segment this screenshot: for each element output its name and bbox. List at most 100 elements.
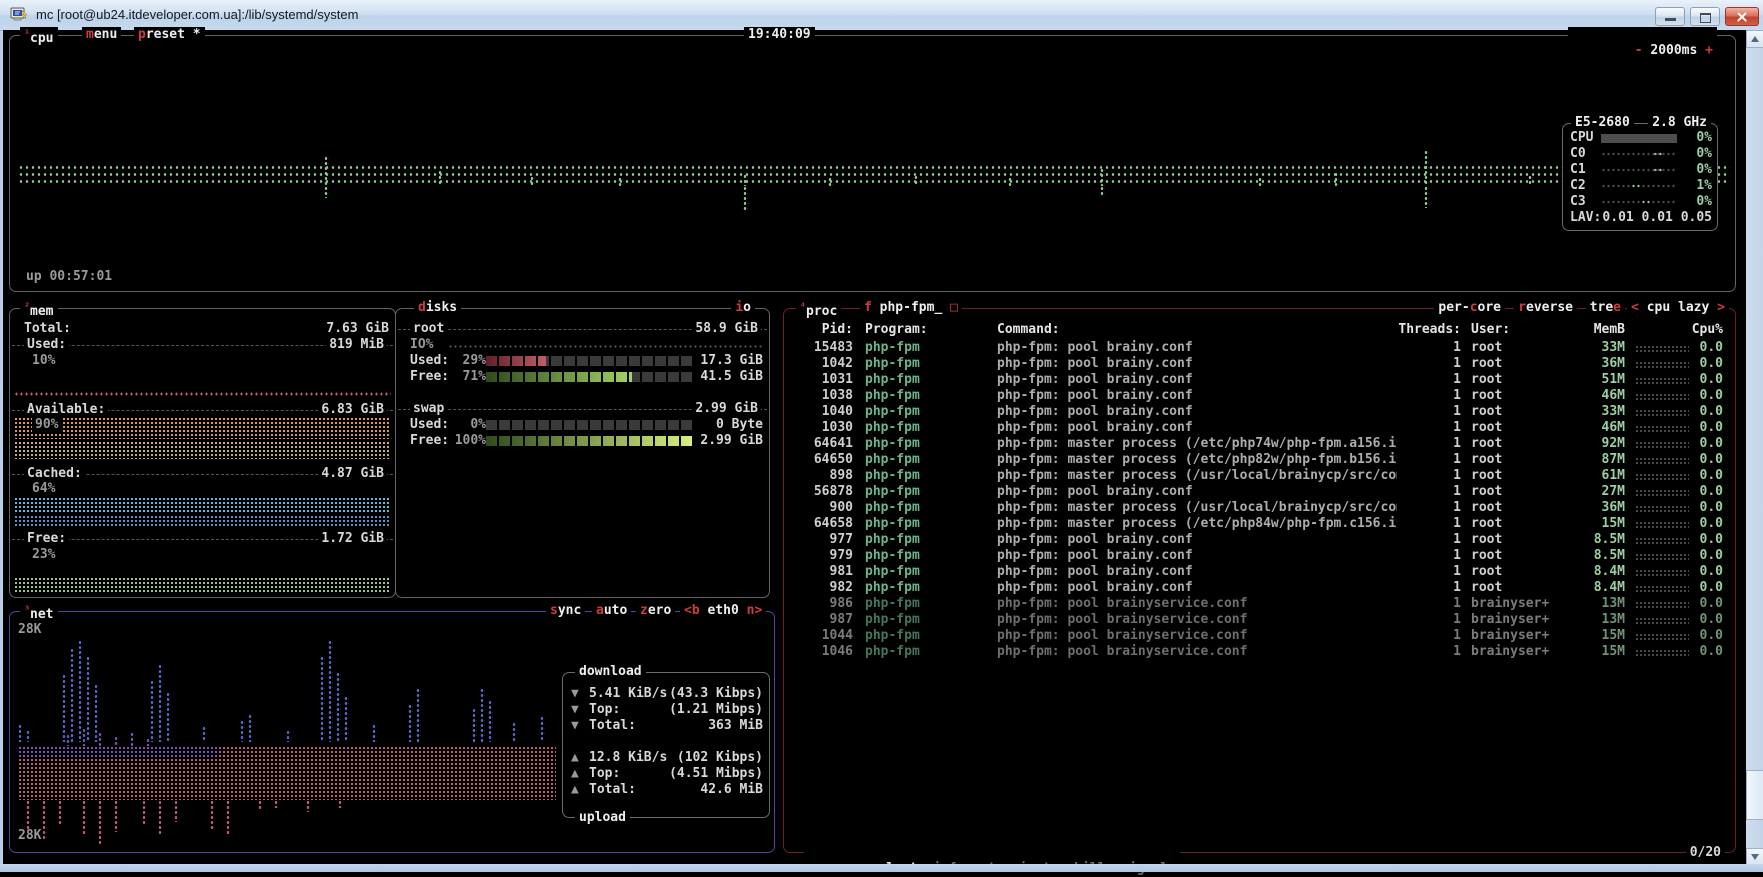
net-auto-button[interactable]: auto bbox=[592, 603, 631, 619]
process-threads: 1 bbox=[1397, 436, 1461, 452]
table-row[interactable]: 986 php-fpm php-fpm: pool brainyservice.… bbox=[787, 596, 1733, 612]
process-pid: 15483 bbox=[787, 340, 853, 356]
upload-label: upload bbox=[575, 810, 630, 826]
disk-used-bar bbox=[486, 356, 692, 366]
table-row[interactable]: 981 php-fpm php-fpm: pool brainy.conf 1 … bbox=[787, 564, 1733, 580]
preset-button[interactable]: preset * bbox=[134, 27, 205, 43]
up-arrow-icon: ▲ bbox=[571, 750, 579, 766]
cpu-mini-graph bbox=[1635, 361, 1689, 368]
table-row[interactable]: 979 php-fpm php-fpm: pool brainy.conf 1 … bbox=[787, 548, 1733, 564]
scroll-up-button[interactable] bbox=[1746, 30, 1763, 48]
scrollbar-thumb[interactable] bbox=[1746, 770, 1763, 820]
cpu-info-box: E5-2680 2.8 GHz CPU0% C00% C10% C21% C30… bbox=[1562, 123, 1718, 231]
scrollbar[interactable] bbox=[1746, 30, 1763, 864]
up-arrow-icon: ▲ bbox=[571, 782, 579, 798]
cpu-mini-graph bbox=[1635, 345, 1689, 352]
disk-root-io-row: IO% bbox=[396, 337, 769, 353]
process-mem: 92M bbox=[1575, 436, 1625, 452]
process-pid: 56878 bbox=[787, 484, 853, 500]
table-row[interactable]: 1042 php-fpm php-fpm: pool brainy.conf 1… bbox=[787, 356, 1733, 372]
process-cpu: 0.0 bbox=[1691, 564, 1731, 580]
title-bar[interactable]: mc [root@ub24.itdeveloper.com.ua]:/lib/s… bbox=[0, 0, 1763, 31]
sort-selector[interactable]: < cpu lazy > bbox=[1627, 300, 1729, 316]
table-row[interactable]: 1038 php-fpm php-fpm: pool brainy.conf 1… bbox=[787, 388, 1733, 404]
close-button[interactable] bbox=[1725, 7, 1759, 26]
core-row: C30% bbox=[1563, 194, 1717, 210]
table-row[interactable]: 15483 php-fpm php-fpm: pool brainy.conf … bbox=[787, 340, 1733, 356]
process-threads: 1 bbox=[1397, 340, 1461, 356]
table-row[interactable]: 1040 php-fpm php-fpm: pool brainy.conf 1… bbox=[787, 404, 1733, 420]
process-threads: 1 bbox=[1397, 388, 1461, 404]
net-interface-selector[interactable]: <b eth0 n> bbox=[680, 603, 766, 619]
interval-minus-button[interactable]: - bbox=[1635, 43, 1643, 58]
core-row: C00% bbox=[1563, 146, 1717, 162]
process-program: php-fpm bbox=[853, 388, 987, 404]
disks-io-toggle[interactable]: io bbox=[731, 300, 755, 316]
net-sync-button[interactable]: sync bbox=[546, 603, 585, 619]
process-command: php-fpm: pool brainy.conf bbox=[987, 532, 1397, 548]
process-threads: 1 bbox=[1397, 580, 1461, 596]
table-row[interactable]: 982 php-fpm php-fpm: pool brainy.conf 1 … bbox=[787, 580, 1733, 596]
table-row[interactable]: 1031 php-fpm php-fpm: pool brainy.conf 1… bbox=[787, 372, 1733, 388]
table-row[interactable]: 1030 php-fpm php-fpm: pool brainy.conf 1… bbox=[787, 420, 1733, 436]
disk-swap-free-row: Free:100% 2.99 GiB bbox=[396, 433, 769, 449]
mem-available-graph bbox=[14, 417, 391, 439]
process-program: php-fpm bbox=[853, 596, 987, 612]
table-row[interactable]: 1044 php-fpm php-fpm: pool brainyservice… bbox=[787, 628, 1733, 644]
process-pid: 986 bbox=[787, 596, 853, 612]
table-row[interactable]: 977 php-fpm php-fpm: pool brainy.conf 1 … bbox=[787, 532, 1733, 548]
process-user: root bbox=[1461, 532, 1575, 548]
table-row[interactable]: 987 php-fpm php-fpm: pool brainyservice.… bbox=[787, 612, 1733, 628]
process-pid: 64641 bbox=[787, 436, 853, 452]
process-rows: 15483 php-fpm php-fpm: pool brainy.conf … bbox=[787, 340, 1733, 660]
process-threads: 1 bbox=[1397, 500, 1461, 516]
process-program: php-fpm bbox=[853, 516, 987, 532]
process-program: php-fpm bbox=[853, 500, 987, 516]
minimize-icon bbox=[1665, 18, 1676, 21]
table-row[interactable]: 1046 php-fpm php-fpm: pool brainyservice… bbox=[787, 644, 1733, 660]
sort-right-arrow[interactable]: > bbox=[1717, 300, 1725, 315]
download-label: download bbox=[575, 664, 646, 680]
process-filter-input[interactable]: f php-fpm_ □ bbox=[860, 300, 962, 316]
table-row[interactable]: 898 php-fpm php-fpm: master process (/us… bbox=[787, 468, 1733, 484]
reverse-toggle[interactable]: reverse bbox=[1514, 300, 1577, 316]
core-row: C21% bbox=[1563, 178, 1717, 194]
process-program: php-fpm bbox=[853, 548, 987, 564]
tree-toggle[interactable]: tree bbox=[1586, 300, 1625, 316]
table-row[interactable]: 64641 php-fpm php-fpm: master process (/… bbox=[787, 436, 1733, 452]
table-row[interactable]: 64650 php-fpm php-fpm: master process (/… bbox=[787, 452, 1733, 468]
download-top-row: ▼ Top: (1.21 Mibps) bbox=[563, 702, 769, 718]
process-mem: 46M bbox=[1575, 420, 1625, 436]
cpu-mini-graph bbox=[1635, 649, 1689, 656]
net-scale-top: 28K bbox=[18, 622, 41, 638]
mem-free-graph bbox=[14, 577, 391, 593]
minimize-button[interactable] bbox=[1655, 7, 1685, 26]
process-cpu: 0.0 bbox=[1691, 372, 1731, 388]
interval-plus-button[interactable]: + bbox=[1705, 43, 1713, 58]
cpu-mini-graph bbox=[1635, 633, 1689, 640]
menu-button[interactable]: menu bbox=[82, 27, 121, 43]
net-zero-button[interactable]: zero bbox=[636, 603, 675, 619]
table-row[interactable]: 56878 php-fpm php-fpm: pool brainy.conf … bbox=[787, 484, 1733, 500]
restore-button[interactable] bbox=[1690, 7, 1720, 26]
process-mem: 8.4M bbox=[1575, 580, 1625, 596]
per-core-toggle[interactable]: per-core bbox=[1434, 300, 1505, 316]
disk-io-graph bbox=[448, 344, 763, 349]
sort-left-arrow[interactable]: < bbox=[1631, 300, 1639, 315]
cpu-mini-graph bbox=[1635, 457, 1689, 464]
process-cpu: 0.0 bbox=[1691, 340, 1731, 356]
process-cpu: 0.0 bbox=[1691, 452, 1731, 468]
filter-clear-icon[interactable]: □ bbox=[950, 300, 958, 315]
restore-icon bbox=[1700, 13, 1711, 23]
process-pid: 1046 bbox=[787, 644, 853, 660]
process-pid: 898 bbox=[787, 468, 853, 484]
process-command: php-fpm: pool brainy.conf bbox=[987, 580, 1397, 596]
process-cpu: 0.0 bbox=[1691, 388, 1731, 404]
process-pid: 1031 bbox=[787, 372, 853, 388]
disks-box-label: disks bbox=[414, 300, 461, 316]
table-row[interactable]: 64658 php-fpm php-fpm: master process (/… bbox=[787, 516, 1733, 532]
proc-box-label: ⁴proc bbox=[796, 300, 841, 316]
mem-cached-percent: 64% bbox=[32, 481, 55, 497]
process-mem: 36M bbox=[1575, 500, 1625, 516]
table-row[interactable]: 900 php-fpm php-fpm: master process (/us… bbox=[787, 500, 1733, 516]
